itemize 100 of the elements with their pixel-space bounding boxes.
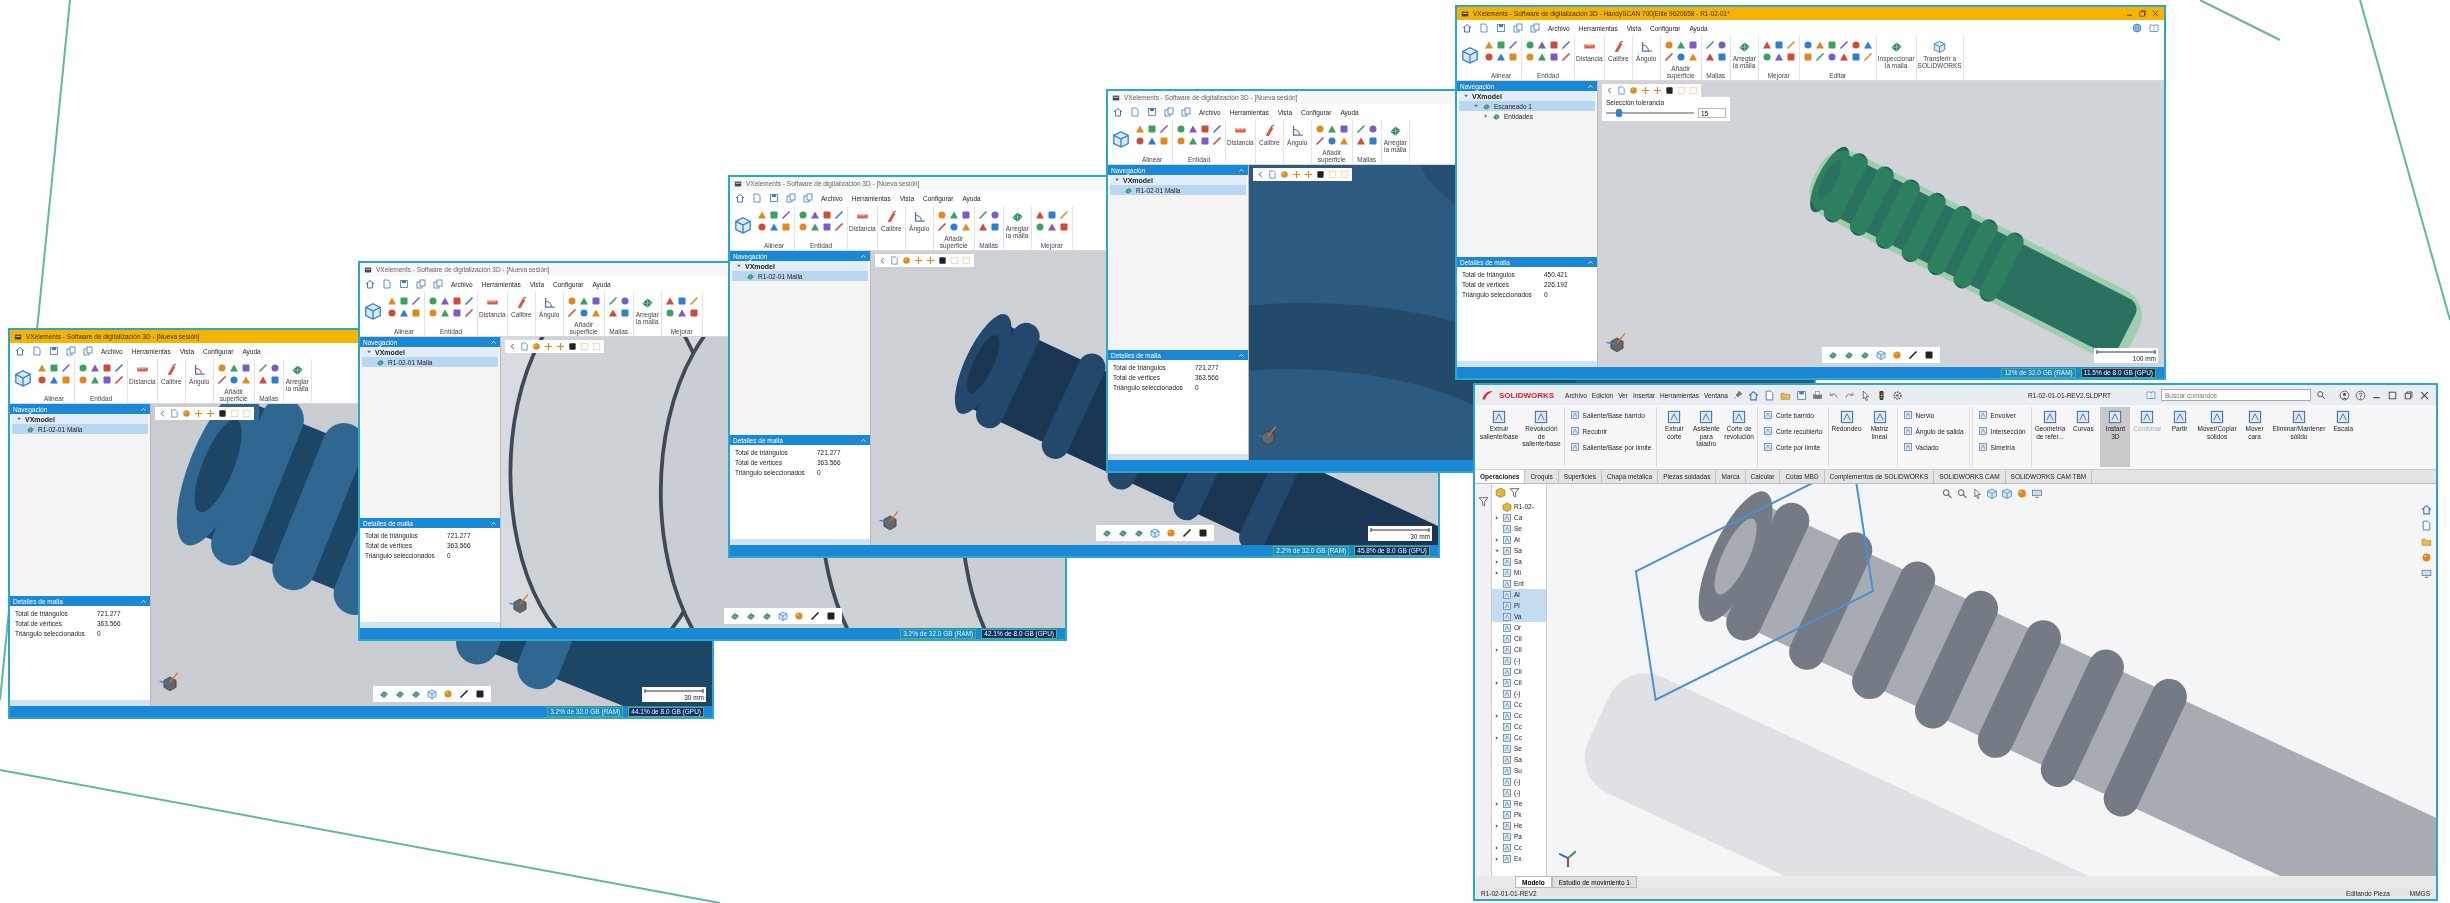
triangle-icon[interactable] xyxy=(590,308,601,318)
caret-icon[interactable] xyxy=(1114,177,1120,183)
document-icon[interactable] xyxy=(1130,107,1140,117)
printer-icon[interactable] xyxy=(1811,389,1823,401)
cube-icon[interactable] xyxy=(1149,528,1160,538)
circle-icon[interactable] xyxy=(37,375,47,385)
mesh-icon[interactable] xyxy=(378,689,389,699)
circle-icon[interactable] xyxy=(228,375,239,385)
triangle-icon[interactable] xyxy=(1862,40,1873,50)
caret-icon[interactable] xyxy=(1494,734,1500,741)
folder-icon[interactable] xyxy=(2421,536,2432,547)
circle-icon[interactable] xyxy=(428,296,438,306)
caret-icon[interactable] xyxy=(736,263,742,269)
sphere-icon[interactable] xyxy=(2016,488,2027,499)
cube-icon[interactable] xyxy=(734,216,752,234)
circle-icon[interactable] xyxy=(798,222,808,232)
circle-icon[interactable] xyxy=(1525,52,1535,62)
mesh-icon[interactable] xyxy=(1133,528,1144,538)
restore-icon[interactable] xyxy=(2403,389,2414,401)
caret-icon[interactable] xyxy=(1494,822,1500,829)
circle-icon[interactable] xyxy=(989,210,1000,220)
chevron-left-icon[interactable] xyxy=(158,409,167,418)
display-icon[interactable] xyxy=(2421,568,2432,579)
restore-icon[interactable] xyxy=(2138,9,2147,18)
circle-icon[interactable] xyxy=(1850,40,1861,50)
chevron-up-icon[interactable] xyxy=(140,405,147,413)
close-icon[interactable] xyxy=(2151,9,2160,18)
triangle-icon[interactable] xyxy=(664,296,675,306)
caret-icon[interactable] xyxy=(1494,558,1500,565)
circle-icon[interactable] xyxy=(1802,40,1813,50)
triangle-icon[interactable] xyxy=(1046,222,1057,232)
document-icon[interactable] xyxy=(1479,23,1489,33)
triangle-icon[interactable] xyxy=(578,296,589,306)
mesh-icon[interactable] xyxy=(730,611,740,621)
chevron-up-icon[interactable] xyxy=(1587,82,1594,90)
move-icon[interactable] xyxy=(206,409,215,418)
mesh-icon[interactable] xyxy=(762,611,772,621)
move-icon[interactable] xyxy=(926,256,935,265)
triangle-icon[interactable] xyxy=(1687,52,1698,62)
filter-icon[interactable] xyxy=(1509,487,1520,498)
close-icon[interactable] xyxy=(2419,389,2430,401)
circle-icon[interactable] xyxy=(664,308,675,318)
circle-icon[interactable] xyxy=(387,308,397,318)
square-icon[interactable] xyxy=(1316,170,1325,179)
triangle-icon[interactable] xyxy=(676,308,687,318)
move-icon[interactable] xyxy=(1304,170,1313,179)
square-icon[interactable] xyxy=(826,611,836,621)
square-icon[interactable] xyxy=(938,256,947,265)
chevron-up-icon[interactable] xyxy=(490,519,497,527)
sphere-icon[interactable] xyxy=(532,342,541,351)
mesh-icon[interactable] xyxy=(1860,350,1870,360)
sphere-icon[interactable] xyxy=(1629,86,1638,95)
triangle-icon[interactable] xyxy=(1704,52,1715,62)
chevron-up-icon[interactable] xyxy=(140,597,147,605)
caret-icon[interactable] xyxy=(1494,536,1500,543)
circle-icon[interactable] xyxy=(1761,52,1772,62)
caret-icon[interactable] xyxy=(1494,679,1500,686)
move-icon[interactable] xyxy=(914,256,923,265)
triangle-icon[interactable] xyxy=(948,210,959,220)
chevron-left-icon[interactable] xyxy=(1256,170,1265,179)
square-icon[interactable] xyxy=(568,342,577,351)
caret-icon[interactable] xyxy=(16,416,22,422)
chevron-up-icon[interactable] xyxy=(860,252,867,260)
home-icon[interactable] xyxy=(365,279,375,289)
book-icon[interactable] xyxy=(2149,23,2159,33)
save-icon[interactable] xyxy=(1496,23,1506,33)
home-icon[interactable] xyxy=(15,346,25,356)
triangle-icon[interactable] xyxy=(228,363,239,373)
chevron-up-icon[interactable] xyxy=(1238,351,1245,359)
move-icon[interactable] xyxy=(556,342,565,351)
triangle-icon[interactable] xyxy=(977,222,988,232)
circle-icon[interactable] xyxy=(948,222,959,232)
square-icon[interactable] xyxy=(1665,86,1674,95)
sphere-icon[interactable] xyxy=(794,611,804,621)
caret-icon[interactable] xyxy=(1494,514,1500,521)
square-icon[interactable] xyxy=(218,409,227,418)
chevron-up-icon[interactable] xyxy=(1238,166,1245,174)
sphere-icon[interactable] xyxy=(182,409,191,418)
triangle-icon[interactable] xyxy=(1355,136,1366,146)
sphere-icon[interactable] xyxy=(1280,170,1289,179)
save-icon[interactable] xyxy=(399,279,409,289)
save-icon[interactable] xyxy=(49,346,59,356)
chevron-left-icon[interactable] xyxy=(878,256,887,265)
circle-icon[interactable] xyxy=(1826,52,1837,62)
document-icon[interactable] xyxy=(1617,86,1626,95)
circle-icon[interactable] xyxy=(1176,136,1186,146)
globe-icon[interactable] xyxy=(2132,23,2142,33)
circle-icon[interactable] xyxy=(798,210,808,220)
move-icon[interactable] xyxy=(1292,170,1301,179)
line-icon[interactable] xyxy=(458,689,469,699)
maximize-icon[interactable] xyxy=(2387,389,2398,401)
triangle-icon[interactable] xyxy=(257,375,268,385)
cube-icon[interactable] xyxy=(364,302,382,320)
caret-icon[interactable] xyxy=(1494,547,1500,554)
filter-icon[interactable] xyxy=(1477,496,1489,507)
save-icon[interactable] xyxy=(1147,107,1157,117)
circle-icon[interactable] xyxy=(1135,136,1145,146)
home-icon[interactable] xyxy=(1462,23,1472,33)
triangle-icon[interactable] xyxy=(1773,52,1784,62)
mesh-icon[interactable] xyxy=(746,611,756,621)
